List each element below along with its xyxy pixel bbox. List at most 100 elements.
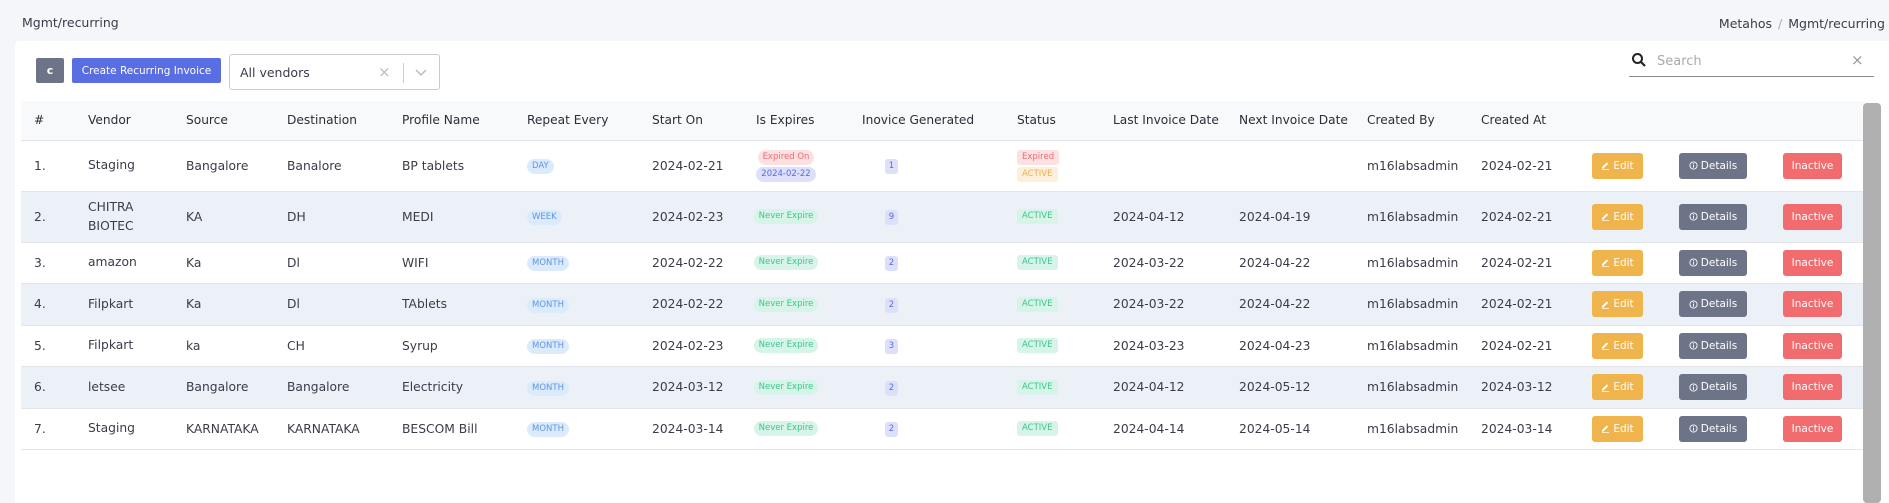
- inactive-button[interactable]: Inactive: [1783, 374, 1842, 401]
- pencil-icon: [1602, 301, 1610, 309]
- breadcrumb-item-current: Mgmt/recurring: [1788, 16, 1885, 31]
- info-icon: [1689, 258, 1698, 267]
- never-expire-badge: Never Expire: [753, 255, 819, 271]
- column-header: [1770, 101, 1866, 141]
- table-row: 2. CHITRA BIOTEC KA DH MEDI WEEK 2024-02-23 Nev…: [21, 191, 1866, 243]
- repeat-badge: MONTH: [527, 339, 569, 355]
- edit-button[interactable]: Edit: [1592, 152, 1643, 179]
- edit-button[interactable]: Edit: [1592, 249, 1643, 276]
- cell-source: KA: [173, 191, 274, 243]
- column-header[interactable]: Created At: [1468, 101, 1579, 141]
- edit-button[interactable]: Edit: [1592, 291, 1643, 318]
- details-button[interactable]: Details: [1679, 249, 1747, 276]
- cell-next-invoice-date: [1226, 140, 1354, 192]
- details-label: Details: [1700, 159, 1738, 172]
- cell-index: 2.: [21, 191, 75, 243]
- expired-on-badge: Expired On: [757, 149, 815, 165]
- cell-start-on: 2024-03-12: [639, 366, 743, 409]
- inactive-button[interactable]: Inactive: [1783, 415, 1842, 442]
- details-button[interactable]: Details: [1679, 332, 1747, 359]
- cell-invoice-generated: 3: [849, 325, 1004, 367]
- cell-vendor: Filpkart: [75, 325, 173, 367]
- cell-last-invoice-date: 2024-04-12: [1100, 191, 1226, 243]
- details-button[interactable]: Details: [1679, 374, 1747, 401]
- column-header[interactable]: Destination: [274, 101, 389, 141]
- top-bar: Mgmt/recurring Metahos / Mgmt/recurring: [0, 0, 1889, 42]
- cell-index: 1.: [21, 140, 75, 192]
- cell-next-invoice-date: 2024-05-14: [1226, 408, 1354, 450]
- cell-inactive: Inactive: [1770, 325, 1866, 367]
- edit-button[interactable]: Edit: [1592, 332, 1643, 359]
- cell-created-by: m16labsadmin: [1354, 408, 1468, 450]
- cell-source: Ka: [173, 242, 274, 284]
- refresh-button[interactable]: c: [36, 58, 64, 83]
- cell-details: Details: [1666, 140, 1770, 192]
- inactive-button[interactable]: Inactive: [1783, 249, 1842, 276]
- cell-invoice-generated: 2: [849, 366, 1004, 409]
- cell-last-invoice-date: 2024-03-22: [1100, 242, 1226, 284]
- column-header[interactable]: Created By: [1354, 101, 1468, 141]
- edit-button[interactable]: Edit: [1592, 203, 1643, 230]
- cell-status: ACTIVE: [1004, 366, 1100, 409]
- edit-button[interactable]: Edit: [1592, 374, 1643, 401]
- clear-icon[interactable]: ×: [378, 63, 391, 81]
- cell-edit: Edit: [1579, 191, 1666, 243]
- inactive-button[interactable]: Inactive: [1783, 332, 1842, 359]
- vendor-filter-value: All vendors: [240, 65, 310, 80]
- cell-start-on: 2024-02-23: [639, 325, 743, 367]
- details-button[interactable]: Details: [1679, 415, 1747, 442]
- column-header[interactable]: Last Invoice Date: [1100, 101, 1226, 141]
- cell-last-invoice-date: 2024-03-22: [1100, 283, 1226, 326]
- cell-invoice-generated: 9: [849, 191, 1004, 243]
- column-header: [1666, 101, 1770, 141]
- cell-created-at: 2024-03-12: [1468, 366, 1579, 409]
- edit-label: Edit: [1613, 381, 1634, 394]
- details-button[interactable]: Details: [1679, 291, 1747, 318]
- create-recurring-invoice-button[interactable]: Create Recurring Invoice: [72, 58, 221, 83]
- column-header[interactable]: Repeat Every: [514, 101, 639, 141]
- cell-is-expires: Expired On 2024-02-22: [743, 140, 849, 192]
- cell-created-at: 2024-02-21: [1468, 283, 1579, 326]
- invoice-count-badge: 2: [884, 297, 899, 313]
- search-input[interactable]: [1655, 51, 1845, 71]
- table-header-row: # Vendor Source Destination Profile Name…: [21, 101, 1866, 141]
- cell-edit: Edit: [1579, 242, 1666, 284]
- cell-profile-name: TAblets: [389, 283, 514, 326]
- edit-button[interactable]: Edit: [1592, 415, 1643, 442]
- cell-edit: Edit: [1579, 366, 1666, 409]
- details-button[interactable]: Details: [1679, 152, 1747, 179]
- info-icon: [1689, 300, 1698, 309]
- edit-label: Edit: [1613, 422, 1634, 435]
- cell-created-by: m16labsadmin: [1354, 283, 1468, 326]
- column-header[interactable]: Next Invoice Date: [1226, 101, 1354, 141]
- repeat-badge: DAY: [527, 159, 554, 174]
- inactive-button[interactable]: Inactive: [1783, 291, 1842, 318]
- inactive-button[interactable]: Inactive: [1783, 152, 1842, 179]
- cell-repeat-every: MONTH: [514, 325, 639, 367]
- column-header[interactable]: Is Expires: [743, 101, 849, 141]
- chevron-down-icon[interactable]: [413, 64, 429, 80]
- search-clear-icon[interactable]: ×: [1851, 51, 1864, 69]
- cell-is-expires: Never Expire: [743, 283, 849, 326]
- cell-source: Bangalore: [173, 366, 274, 409]
- column-header[interactable]: #: [21, 101, 75, 141]
- details-button[interactable]: Details: [1679, 203, 1747, 230]
- breadcrumb-separator: /: [1778, 16, 1783, 31]
- table-row: 5. Filpkart ka CH Syrup MONTH 2024-02-23 Never …: [21, 325, 1866, 367]
- column-header[interactable]: Inovice Generated: [849, 101, 1004, 141]
- inactive-button[interactable]: Inactive: [1783, 203, 1842, 230]
- cell-last-invoice-date: 2024-04-14: [1100, 408, 1226, 450]
- column-header[interactable]: Vendor: [75, 101, 173, 141]
- column-header[interactable]: Status: [1004, 101, 1100, 141]
- invoice-count-badge: 2: [884, 256, 899, 272]
- never-expire-badge: Never Expire: [753, 338, 819, 354]
- column-header[interactable]: Start On: [639, 101, 743, 141]
- cell-edit: Edit: [1579, 325, 1666, 367]
- vendor-filter-select[interactable]: All vendors ×: [229, 54, 440, 90]
- column-header: [1579, 101, 1666, 141]
- status-badge: Expired: [1017, 149, 1060, 165]
- column-header[interactable]: Source: [173, 101, 274, 141]
- breadcrumb-item-home[interactable]: Metahos: [1719, 16, 1772, 31]
- column-header[interactable]: Profile Name: [389, 101, 514, 141]
- vertical-scrollbar[interactable]: [1863, 103, 1881, 503]
